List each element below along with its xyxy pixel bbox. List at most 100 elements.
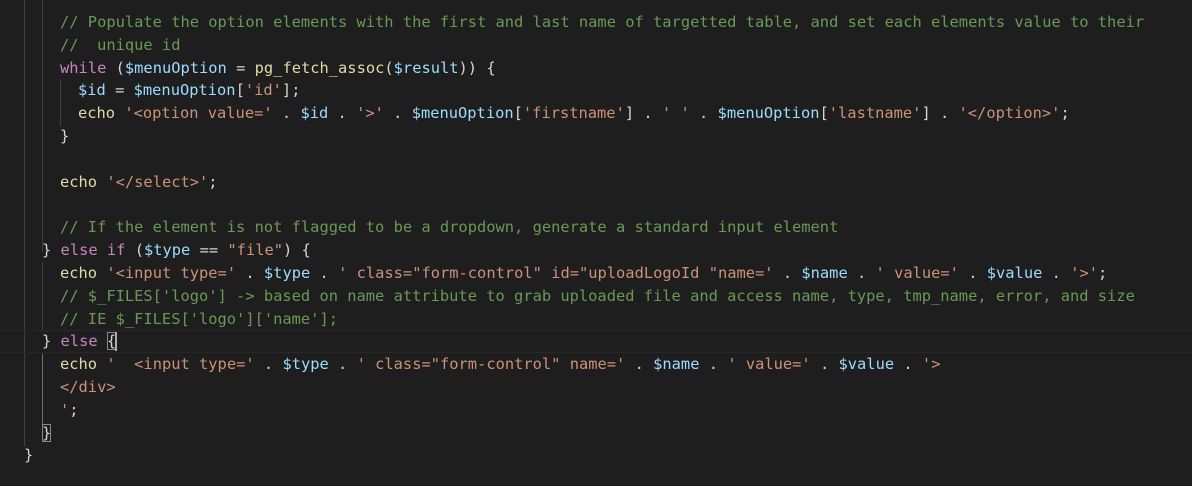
code-token: $menuOption	[717, 104, 820, 122]
code-token: )) {	[458, 59, 496, 77]
code-token: =	[105, 81, 134, 99]
code-token: echo	[60, 355, 98, 373]
code-line[interactable]: while ($menuOption = pg_fetch_assoc($res…	[0, 57, 1192, 80]
code-token: }	[24, 446, 34, 464]
code-token: ' '	[661, 104, 690, 122]
code-token: // If the element is not flagged to be a…	[60, 218, 839, 236]
code-token: }	[60, 127, 70, 145]
code-token: ) {	[283, 241, 311, 259]
code-token: .	[236, 264, 264, 282]
code-token: $value	[986, 264, 1043, 282]
code-line[interactable]: echo ' <input type=' . $type . ' class="…	[0, 353, 1192, 376]
code-token: ] .	[921, 104, 959, 122]
code-line-content: // If the element is not flagged to be a…	[60, 216, 838, 239]
code-token: .	[847, 264, 876, 282]
code-line-content: </div>	[60, 376, 116, 399]
code-token: 'id'	[244, 81, 282, 99]
code-token: .	[773, 264, 802, 282]
code-line[interactable]: // unique id	[0, 34, 1192, 57]
code-line[interactable]: echo '<input type=' . $type . ' class="f…	[0, 262, 1192, 285]
code-token: $name	[801, 264, 848, 282]
code-line-content: // unique id	[60, 34, 180, 57]
code-token: echo	[78, 104, 116, 122]
code-token: ;	[208, 173, 218, 191]
code-token: $type	[282, 355, 329, 373]
code-line[interactable]: // Populate the option elements with the…	[0, 11, 1192, 34]
code-token: '>'	[1070, 264, 1098, 282]
code-line[interactable]: // $_FILES['logo'] -> based on name attr…	[0, 285, 1192, 308]
code-line[interactable]	[0, 148, 1192, 171]
code-line[interactable]	[0, 194, 1192, 217]
code-token: .	[810, 355, 839, 373]
code-line[interactable]: } else if ($type == "file") {	[0, 239, 1192, 262]
code-token: while	[60, 59, 107, 77]
code-token: [	[819, 104, 829, 122]
code-line-content: while ($menuOption = pg_fetch_assoc($res…	[60, 57, 496, 80]
code-line[interactable]: }	[0, 125, 1192, 148]
code-token: ] .	[624, 104, 662, 122]
code-line[interactable]: } else {	[0, 330, 1192, 353]
code-token: (	[106, 59, 125, 77]
code-token: // unique id	[60, 36, 181, 54]
code-line-content: } else {	[42, 331, 117, 352]
code-token: "file"	[227, 241, 283, 259]
code-token: ;	[1097, 264, 1108, 282]
code-token: $type	[263, 264, 311, 282]
code-token: .	[894, 355, 922, 373]
code-token: // Populate the option elements with the…	[60, 13, 1145, 31]
code-token: .	[383, 104, 412, 122]
code-token: echo	[60, 173, 98, 191]
code-token: $id	[300, 104, 329, 122]
code-line[interactable]: </div>	[0, 376, 1192, 399]
text-cursor	[115, 332, 118, 351]
code-line[interactable]: echo '</select>';	[0, 171, 1192, 194]
code-token: ;	[1060, 104, 1070, 122]
code-token: '</select>'	[106, 173, 209, 191]
code-line-content: $id = $menuOption['id'];	[78, 79, 300, 102]
code-token: .	[328, 355, 357, 373]
code-token: (	[384, 59, 394, 77]
code-token: .	[958, 264, 987, 282]
code-token: ' <input type='	[106, 355, 255, 373]
code-token: ];	[281, 81, 301, 99]
code-line[interactable]: }	[0, 422, 1192, 445]
code-token: ' class="form-control" name='	[356, 355, 626, 373]
code-token: '<input type='	[106, 264, 237, 282]
code-token: 'lastname'	[828, 104, 922, 122]
code-line[interactable]: }	[0, 444, 1192, 467]
code-token: $name	[653, 355, 700, 373]
code-token: }	[42, 241, 61, 259]
code-token: '>	[921, 355, 941, 373]
code-token: // $_FILES['logo'] -> based on name attr…	[60, 287, 1135, 305]
code-line-content: echo '<input type=' . $type . ' class="f…	[60, 262, 1107, 285]
code-line[interactable]: ';	[0, 399, 1192, 422]
code-token: .	[328, 104, 357, 122]
code-editor[interactable]: // Populate the option elements with the…	[0, 0, 1192, 486]
code-token: ' value='	[875, 264, 959, 282]
code-line[interactable]: // If the element is not flagged to be a…	[0, 216, 1192, 239]
code-line-content: echo '<option value=' . $id . '>' . $men…	[78, 102, 1070, 125]
code-line[interactable]: // IE $_FILES['logo']['name'];	[0, 308, 1192, 331]
code-line-content: }	[60, 125, 69, 148]
code-token: pg_fetch_assoc	[254, 59, 385, 77]
code-token: $value	[838, 355, 895, 373]
code-line[interactable]: $id = $menuOption['id'];	[0, 79, 1192, 102]
code-token: $menuOption	[411, 104, 514, 122]
code-line-content: ';	[60, 399, 79, 422]
code-token: }	[42, 332, 61, 350]
code-token: $id	[78, 81, 106, 99]
code-token: ' value='	[727, 355, 811, 373]
code-token: $menuOption	[124, 59, 227, 77]
code-token: $menuOption	[133, 81, 236, 99]
code-line[interactable]: echo '<option value=' . $id . '>' . $men…	[0, 102, 1192, 125]
code-line-content: echo '</select>';	[60, 171, 218, 194]
code-token: .	[699, 355, 728, 373]
matched-bracket: }	[42, 424, 52, 442]
code-token: $type	[143, 241, 191, 259]
code-token: '>'	[356, 104, 384, 122]
code-token: .	[272, 104, 301, 122]
code-token: [	[513, 104, 523, 122]
